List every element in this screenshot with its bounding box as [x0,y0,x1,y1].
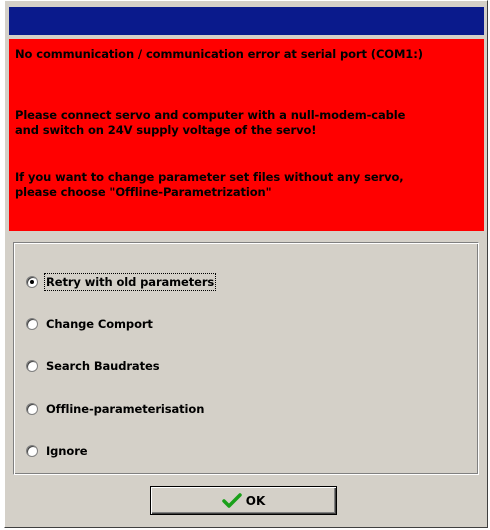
radio-button[interactable] [26,318,38,330]
option-search-baudrates[interactable]: Search Baudrates [26,357,160,375]
error-line-offline-choice: please choose "Offline-Parametrization" [15,185,272,199]
option-label: Retry with old parameters [43,273,217,291]
checkmark-icon [222,492,242,508]
radio-button-checked[interactable] [26,276,38,288]
error-line-port: No communication / communication error a… [15,47,423,61]
option-label: Ignore [46,444,88,458]
dialog-window: No communication / communication error a… [4,0,488,528]
radio-button[interactable] [26,403,38,415]
error-line-offline-hint: If you want to change parameter set file… [15,170,404,184]
ok-button[interactable]: OK [150,486,337,515]
option-label: Change Comport [46,317,153,331]
ok-button-label: OK [245,493,266,508]
title-bar[interactable] [9,7,484,35]
option-change-comport[interactable]: Change Comport [26,315,153,333]
option-retry-old-parameters[interactable]: Retry with old parameters [26,273,217,291]
option-label: Search Baudrates [46,359,160,373]
option-label: Offline-parameterisation [46,402,205,416]
error-message-panel: No communication / communication error a… [9,39,484,231]
error-line-connect: Please connect servo and computer with a… [15,108,406,122]
radio-button[interactable] [26,445,38,457]
option-ignore[interactable]: Ignore [26,442,88,460]
error-line-supply: and switch on 24V supply voltage of the … [15,123,317,137]
option-offline-parameterisation[interactable]: Offline-parameterisation [26,400,204,418]
radio-button[interactable] [26,360,38,372]
